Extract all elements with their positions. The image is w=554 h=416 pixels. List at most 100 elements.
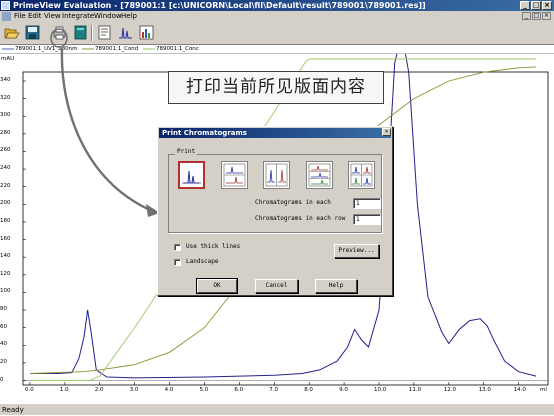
x-tick-label: 6.0 [234,387,244,393]
teal-tool-button[interactable] [72,24,89,41]
y-tick-label: 160 [0,235,11,242]
bar-chart-icon [139,25,154,40]
close-button[interactable]: × [542,1,552,10]
maximize-button[interactable]: □ [531,1,541,10]
x-tick-label: 4.0 [164,387,174,393]
menu-bar: File Edit View Integrate Window Help _ □… [0,11,554,22]
y-tick-label: 60 [0,323,7,330]
stacked-chromatograms-icon [223,163,246,187]
printer-icon [53,26,66,40]
dialog-close-button[interactable]: × [382,128,391,136]
x-tick-label: 8.0 [304,387,313,393]
save-button[interactable] [24,24,41,41]
thick-lines-label: Use thick lines [186,243,241,250]
layout-three-rows-button[interactable] [306,161,333,189]
x-tick-label: 9.0 [339,387,348,393]
ok-button[interactable]: OK [196,278,238,294]
menu-edit[interactable]: Edit [28,11,42,22]
toolbar [0,22,554,45]
x-tick-label: 11.0 [408,387,422,393]
x-tick-label: 10.0 [374,387,387,393]
y-tick-label: 240 [0,165,11,172]
x-tick-label: 0.0 [25,387,34,393]
y-tick-label: 0 [0,376,4,383]
x-tick-label: 7.0 [269,387,279,393]
window-title: PrimeView Evaluation - [789001:1 [c:\UNI… [13,1,426,10]
single-chromatogram-icon [182,170,201,184]
layout-stacked-button[interactable] [221,161,248,189]
chromatograms-row-input[interactable]: 1 [353,214,381,225]
callout-box: 打印当前所见版面内容 [168,71,384,104]
layout-single-button[interactable] [178,161,205,189]
panel-icon [74,25,87,40]
menu-view[interactable]: View [44,11,61,22]
chromatograms-row-label: Chromatograms in each row [255,215,346,222]
dialog-title: Print Chromatograms [162,129,247,137]
chromatograms-each-input[interactable]: 1 [353,198,381,209]
layout-side-by-side-button[interactable] [263,161,290,189]
uv-legend-swatch [2,48,14,50]
title-bar: PrimeView Evaluation - [789001:1 [c:\UNI… [0,0,554,11]
y-tick-label: 80 [0,306,7,313]
document-icon[interactable] [2,12,11,21]
x-axis-label: ml [540,387,547,393]
y-tick-label: 120 [0,270,11,277]
bar-chart-button[interactable] [138,24,155,41]
x-tick-label: 2.0 [94,387,104,393]
dialog-title-bar: Print Chromatograms [159,128,391,138]
y-tick-label: 20 [0,358,7,365]
print-button[interactable] [51,24,68,41]
mdi-close-button[interactable]: × [542,12,551,20]
save-disk-icon [25,25,40,40]
legend-uv: 789001:1_UV1_280nm [15,46,78,52]
y-tick-label: 180 [0,217,11,224]
y-tick-label: 40 [0,341,7,348]
landscape-checkbox[interactable] [174,259,181,266]
app-icon [1,1,10,10]
x-tick-label: 13.0 [478,387,491,393]
mdi-restore-button[interactable]: □ [532,12,541,20]
print-chromatograms-dialog: Print Chromatograms × Print Chromatogram… [157,126,393,296]
print-group-label: Print [175,148,198,156]
y-tick-label: 220 [0,182,11,189]
thick-lines-checkbox[interactable] [174,244,181,251]
y-tick-label: 100 [0,288,11,295]
menu-window[interactable]: Window [94,11,122,22]
y-tick-label: 300 [0,112,11,119]
status-text: Ready [2,406,24,414]
layout-grid-button[interactable] [348,161,375,189]
document-icon [98,25,111,40]
y-tick-label: 320 [0,94,11,101]
document-report-button[interactable] [96,24,113,41]
menu-integrate[interactable]: Integrate [62,11,94,22]
y-tick-label: 260 [0,147,11,154]
menu-help[interactable]: Help [121,11,137,22]
menu-file[interactable]: File [14,11,26,22]
x-tick-label: 3.0 [129,387,139,393]
minimize-button[interactable]: _ [520,1,530,10]
y-tick-label: 280 [0,129,11,136]
y-tick-label: 200 [0,200,11,207]
open-folder-button[interactable] [3,24,20,41]
peak-table-button[interactable] [117,24,134,41]
conc-legend-swatch [143,48,155,50]
curve-legend: 789001:1_UV1_280nm 789001:1_Cond 789001:… [0,45,554,54]
x-tick-label: 12.0 [443,387,457,393]
legend-conc: 789001:1_Conc [156,46,199,52]
help-button[interactable]: Help [315,279,357,293]
three-rows-icon [308,163,331,187]
preview-button[interactable]: Preview... [334,244,379,258]
cancel-button[interactable]: Cancel [255,279,298,293]
status-bar: Ready [0,403,554,415]
legend-cond: 789001:1_Cond [95,46,139,52]
grid-layout-icon [350,163,373,187]
x-tick-label: 14.0 [513,387,526,393]
mdi-minimize-button[interactable]: _ [522,12,531,20]
mdi-controls: _ □ × [522,12,551,20]
window-controls: _ □ × [520,1,552,10]
peaks-icon [119,27,132,39]
x-tick-label: 1.0 [59,387,69,393]
y-axis-label: mAU [1,56,15,62]
chromatograms-each-label: Chromatograms in each [255,199,331,206]
landscape-label: Landscape [186,258,219,265]
